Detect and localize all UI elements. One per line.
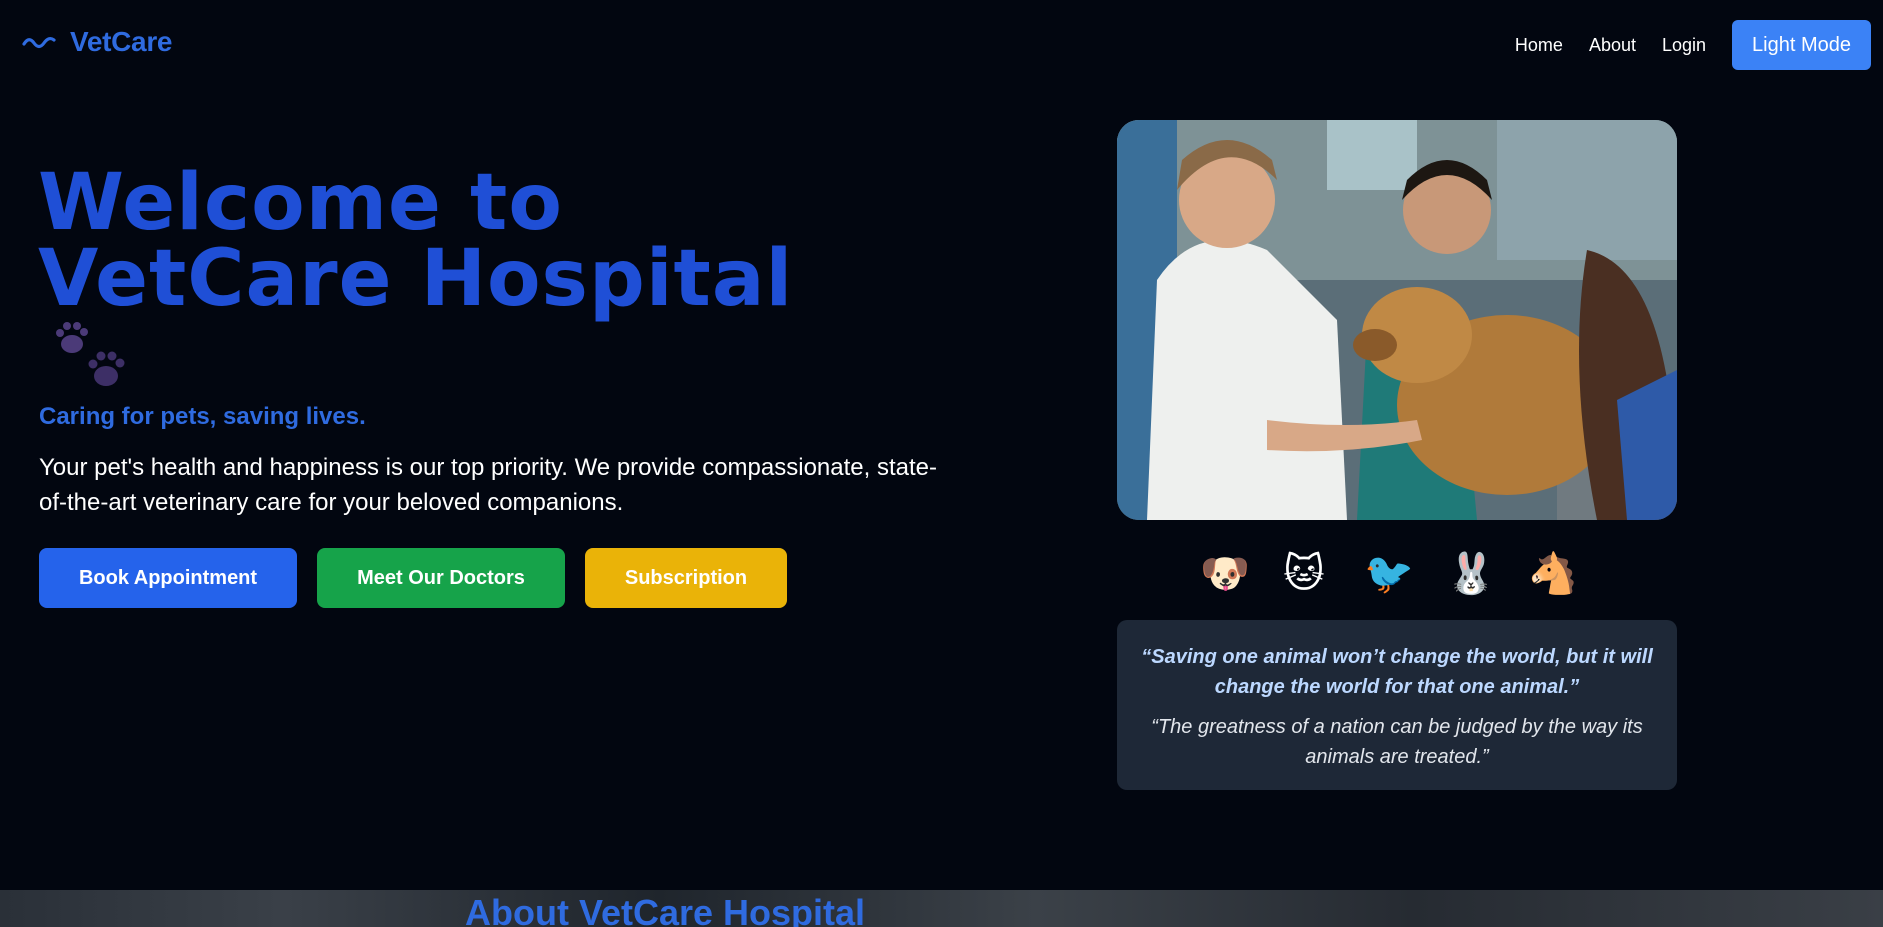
light-mode-button[interactable]: Light Mode [1732,20,1871,70]
paw-prints-icon [56,322,125,386]
cat-icon: 🐱 [1283,551,1325,597]
meet-doctors-button[interactable]: Meet Our Doctors [317,548,565,608]
wave-icon [22,36,56,49]
navbar: VetCare Home About Login Light Mode [0,0,1883,90]
nav-link-home[interactable]: Home [1515,35,1563,56]
nav-links: Home About Login Light Mode [1515,20,1871,70]
hero-description: Your pet's health and happiness is our t… [39,454,937,516]
subscription-button[interactable]: Subscription [585,548,787,608]
about-section: About VetCare Hospital [0,890,1883,927]
book-appointment-button[interactable]: Book Appointment [39,548,297,608]
dog-icon: 🐶 [1200,551,1250,597]
hero-photo [1117,120,1677,520]
hero-title: Welcome to VetCare Hospital [38,158,794,324]
quote-box: “Saving one animal won’t change the worl… [1117,620,1677,790]
hero-tagline: Caring for pets, saving lives. [39,403,366,430]
page: VetCare Home About Login Light Mode Welc… [0,0,1883,927]
bird-icon: 🐦 [1364,551,1414,597]
nav-link-about[interactable]: About [1589,35,1636,56]
animal-emoji-row: 🐶 🐱 🐦 🐰 🐴 [1200,548,1600,600]
brand[interactable]: VetCare [22,26,173,58]
hero-actions: Book Appointment Meet Our Doctors Subscr… [39,548,787,608]
vet-clinic-photo [1117,120,1677,520]
secondary-quote: “The greatness of a nation can be judged… [1151,716,1643,768]
brand-name: VetCare [70,26,173,57]
nav-link-login[interactable]: Login [1662,35,1706,56]
rabbit-icon: 🐰 [1446,551,1496,597]
horse-icon: 🐴 [1528,551,1578,597]
about-title: About VetCare Hospital [465,892,866,927]
primary-quote: “Saving one animal won’t change the worl… [1141,646,1653,698]
